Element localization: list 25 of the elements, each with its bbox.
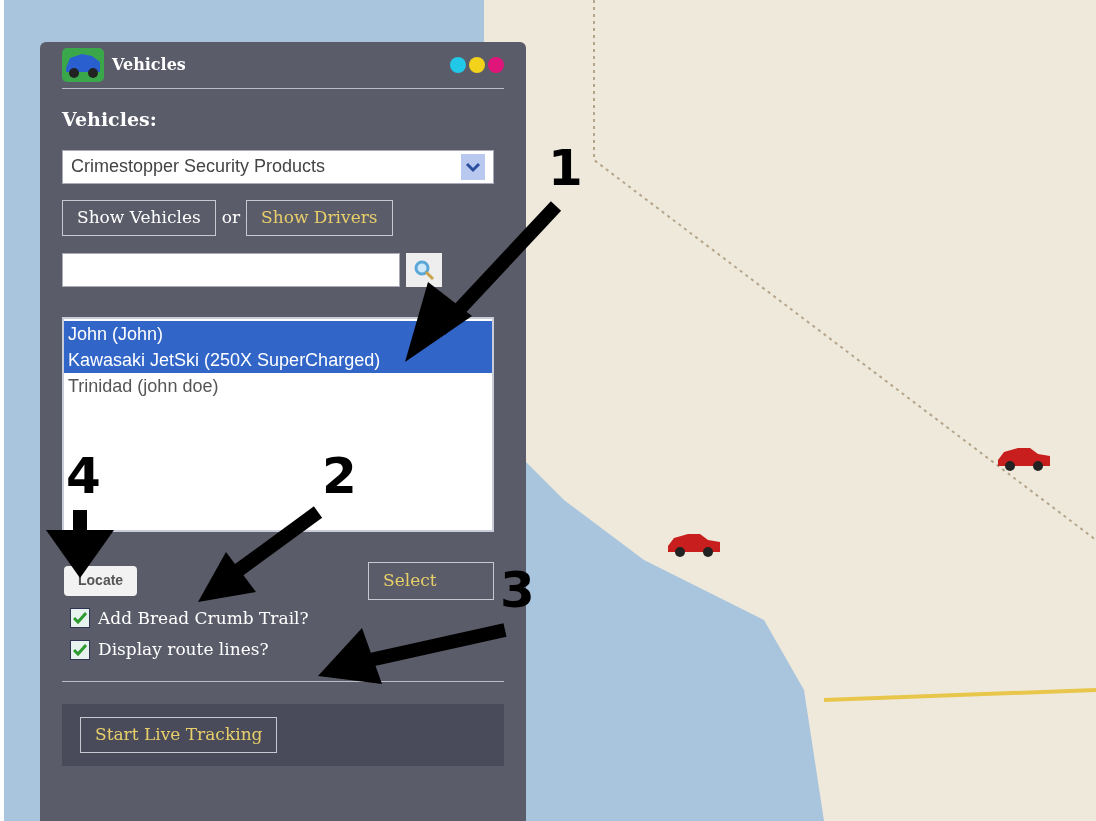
checkbox-label: Add Bread Crumb Trail? <box>98 606 309 630</box>
panel-title: Vehicles <box>112 54 186 76</box>
dropdown-value: Crimestopper Security Products <box>71 155 326 178</box>
vehicles-label: Vehicles: <box>62 107 158 132</box>
search-field[interactable] <box>62 252 400 287</box>
chevron-down-icon <box>461 153 485 180</box>
annotation-number: 2 <box>322 448 357 504</box>
window-control-button[interactable] <box>469 57 485 73</box>
window-control-button[interactable] <box>450 57 466 73</box>
locate-button[interactable]: Locate <box>64 565 138 596</box>
select-button[interactable]: Select <box>368 561 494 600</box>
checkbox[interactable] <box>70 608 90 629</box>
truck-icon <box>62 48 104 82</box>
search-button[interactable] <box>406 252 442 287</box>
start-live-tracking-button[interactable]: Start Live Tracking <box>80 716 278 753</box>
company-dropdown[interactable]: Crimestopper Security Products <box>62 149 494 184</box>
show-drivers-button[interactable]: Show Drivers <box>246 199 393 236</box>
vehicle-list-item[interactable]: John (John) <box>64 320 492 347</box>
or-text: or <box>221 205 241 229</box>
annotation-number: 1 <box>548 140 583 196</box>
annotation-number: 4 <box>66 448 101 504</box>
show-vehicles-button[interactable]: Show Vehicles <box>62 199 216 236</box>
vehicle-list-item[interactable]: Kawasaki JetSki (250X SuperCharged) <box>64 346 492 373</box>
checkbox[interactable] <box>70 639 90 660</box>
checkbox-label: Display route lines? <box>98 638 269 661</box>
